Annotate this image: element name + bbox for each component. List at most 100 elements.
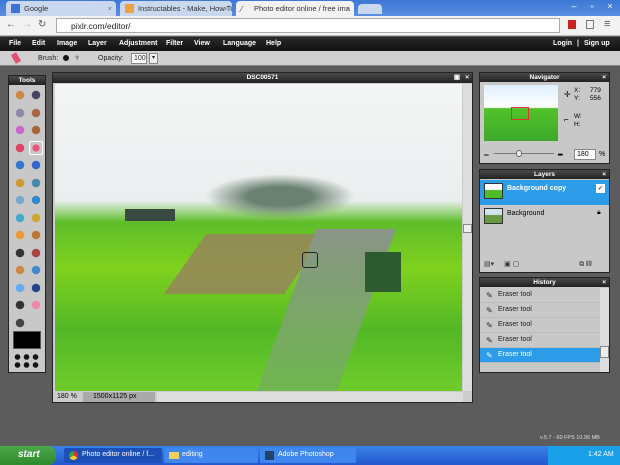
close-doc-icon[interactable]: ×: [465, 73, 469, 82]
login-link[interactable]: Login: [553, 40, 572, 47]
vertical-scrollbar[interactable]: [463, 84, 472, 391]
clone-tool-icon[interactable]: [13, 175, 27, 190]
move-tool-icon[interactable]: [29, 88, 43, 102]
spot-heal-tool-icon[interactable]: [13, 263, 27, 277]
wand-tool-icon[interactable]: [13, 123, 27, 137]
navigator-thumbnail[interactable]: [484, 85, 558, 141]
instructables-favicon-icon: [125, 4, 134, 13]
blur-tool-icon[interactable]: [29, 193, 43, 207]
marquee-tool-icon[interactable]: [13, 105, 27, 120]
bucket-tool-icon[interactable]: [13, 158, 27, 172]
menu-help[interactable]: Help: [266, 40, 281, 47]
task-photo-editor[interactable]: Photo editor online / f...: [64, 448, 162, 463]
forward-icon[interactable]: →: [22, 19, 32, 30]
reload-icon[interactable]: ↻: [38, 19, 46, 30]
menu-edit[interactable]: Edit: [32, 40, 45, 47]
start-button[interactable]: start: [0, 446, 56, 465]
picker-tool-icon[interactable]: [29, 280, 43, 295]
tab-google[interactable]: Google ×: [6, 1, 116, 16]
scroll-thumb[interactable]: [463, 224, 472, 233]
menu-filter[interactable]: Filter: [166, 40, 183, 47]
sponge-tool-icon[interactable]: [13, 228, 27, 242]
dodge-tool-icon[interactable]: [29, 228, 43, 242]
drawing-tool-icon[interactable]: [13, 193, 27, 207]
extension-icon[interactable]: [568, 20, 576, 29]
menu-image[interactable]: Image: [57, 40, 77, 47]
layer-item-background-copy[interactable]: Background copy ✓: [480, 180, 609, 205]
tab-instructables[interactable]: Instructables - Make, How To ×: [120, 1, 232, 16]
extension-icon[interactable]: [586, 20, 594, 29]
close-tab-icon[interactable]: ×: [108, 4, 112, 13]
zoom-tool-icon[interactable]: [13, 315, 27, 330]
view-options-icon[interactable]: [13, 353, 41, 369]
menu-language[interactable]: Language: [223, 40, 256, 47]
pinch-tool-icon[interactable]: [13, 280, 27, 295]
brush-picker[interactable]: [63, 55, 69, 61]
zoom-unit: %: [599, 151, 606, 158]
scroll-thumb[interactable]: [600, 346, 609, 358]
color-replace-tool-icon[interactable]: [29, 175, 43, 190]
url-input[interactable]: pixlr.com/editor/: [56, 18, 560, 33]
crop-tool-icon[interactable]: [13, 88, 27, 102]
photo-canvas[interactable]: [55, 84, 462, 391]
menu-icon[interactable]: ≡: [604, 18, 610, 30]
lock-icon: 🔒︎: [597, 209, 601, 216]
maximize-icon[interactable]: ▫: [584, 1, 600, 13]
duplicate-layer-icon[interactable]: ⧉: [579, 261, 584, 268]
zoom-input[interactable]: 180: [574, 149, 596, 160]
menu-view[interactable]: View: [194, 40, 210, 47]
type-tool-icon[interactable]: [13, 298, 27, 312]
opacity-dropdown-icon[interactable]: ▾: [149, 53, 158, 64]
viewport-rect[interactable]: [511, 107, 529, 120]
menu-layer[interactable]: Layer: [88, 40, 107, 47]
red-eye-tool-icon[interactable]: [29, 245, 43, 260]
zoom-in-icon[interactable]: ▂: [558, 149, 563, 156]
hand-tool-icon[interactable]: [29, 298, 43, 312]
history-item[interactable]: ✎ Eraser tool: [480, 288, 600, 303]
close-window-icon[interactable]: ×: [602, 1, 618, 13]
tab-pixlr[interactable]: ⁄ Photo editor online / free ima ×: [236, 1, 354, 16]
close-tab-icon[interactable]: ×: [346, 4, 350, 13]
gradient-tool-icon[interactable]: [29, 158, 43, 172]
close-layers-icon[interactable]: ×: [602, 170, 606, 179]
new-tab-button[interactable]: [358, 4, 382, 14]
layer-settings-icon[interactable]: ▤▾: [484, 261, 494, 268]
x-label: X:: [574, 87, 581, 94]
delete-layer-icon[interactable]: ▥: [586, 261, 591, 268]
bloat-tool-icon[interactable]: [29, 263, 43, 277]
menu-file[interactable]: File: [9, 40, 21, 47]
sharpen-tool-icon[interactable]: [13, 210, 27, 225]
history-item[interactable]: ✎ Eraser tool: [480, 348, 600, 363]
maximize-doc-icon[interactable]: ▣: [454, 73, 460, 82]
brush-tool-icon[interactable]: [13, 140, 27, 155]
history-item[interactable]: ✎ Eraser tool: [480, 318, 600, 333]
horizontal-scrollbar[interactable]: [157, 392, 463, 402]
history-scrollbar[interactable]: [600, 288, 609, 372]
signup-link[interactable]: Sign up: [584, 40, 610, 47]
smudge-tool-icon[interactable]: [29, 210, 43, 225]
opacity-input[interactable]: 100: [131, 53, 147, 64]
new-layer-icon[interactable]: ▢: [513, 261, 520, 268]
pencil-tool-icon[interactable]: [29, 123, 43, 137]
layer-item-background[interactable]: Background 🔒︎: [480, 206, 609, 230]
back-icon[interactable]: ←: [6, 19, 16, 30]
color-swatch[interactable]: [13, 331, 41, 349]
brush-options-icon[interactable]: ♆: [74, 53, 80, 62]
burn-tool-icon[interactable]: [13, 245, 27, 260]
task-photoshop[interactable]: Adobe Photoshop: [260, 448, 356, 463]
add-mask-icon[interactable]: ▣: [504, 261, 511, 268]
history-item[interactable]: ✎ Eraser tool: [480, 303, 600, 318]
zoom-out-icon[interactable]: ▁: [484, 149, 489, 156]
close-navigator-icon[interactable]: ×: [602, 73, 606, 82]
lasso-tool-icon[interactable]: [29, 105, 43, 120]
zoom-slider[interactable]: [494, 150, 554, 157]
menu-adjustment[interactable]: Adjustment: [119, 40, 158, 47]
history-item[interactable]: ✎ Eraser tool: [480, 333, 600, 348]
close-tab-icon[interactable]: ×: [224, 4, 228, 13]
visibility-checkbox[interactable]: ✓: [596, 184, 605, 193]
eraser-tool-icon[interactable]: [29, 140, 43, 155]
task-editing[interactable]: editing: [164, 448, 258, 463]
close-history-icon[interactable]: ×: [602, 278, 606, 287]
zoom-slider-handle[interactable]: [516, 150, 522, 157]
minimize-icon[interactable]: –: [566, 1, 582, 13]
